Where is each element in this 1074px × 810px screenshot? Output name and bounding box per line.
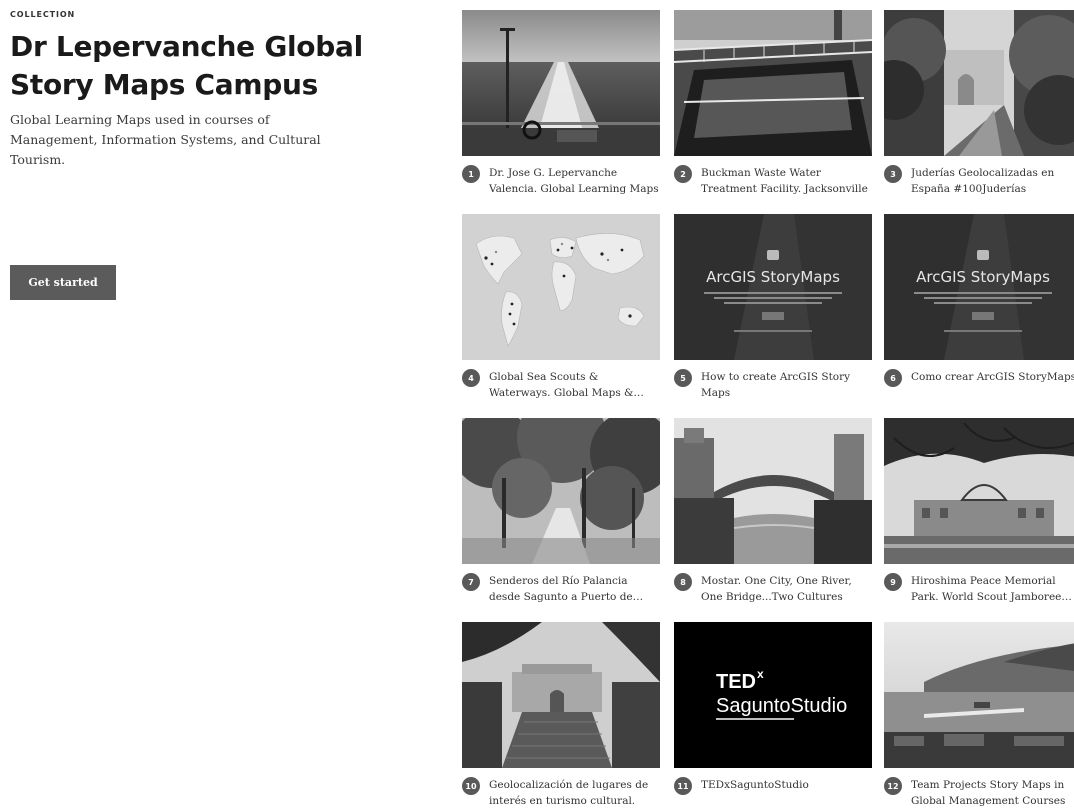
story-card[interactable]: 2 Buckman Waste Water Treatment Facility… <box>674 10 872 206</box>
storymaps-logo-icon <box>767 250 779 260</box>
story-card[interactable]: ArcGIS StoryMaps 6 Como crear ArcGIS Sto… <box>884 214 1074 410</box>
story-caption: Global Sea Scouts & Waterways. Global Ma… <box>489 371 634 399</box>
story-thumbnail <box>674 10 872 156</box>
story-number: 2 <box>674 165 692 183</box>
collection-title: Dr Lepervanche Global Story Maps Campus <box>10 30 363 101</box>
story-number: 11 <box>674 777 692 795</box>
story-number: 6 <box>884 369 902 387</box>
story-caption: Senderos del Río Palancia desde Sagunto … <box>489 575 633 603</box>
tedx-logo-x: x <box>757 667 764 681</box>
story-card[interactable]: 10 Geolocalización de lugares de interés… <box>462 622 660 810</box>
story-card[interactable]: 8 Mostar. One City, One River, One Bridg… <box>674 418 872 614</box>
thumbnail-title: ArcGIS StoryMaps <box>916 268 1050 286</box>
storymaps-logo-icon <box>977 250 989 260</box>
story-caption: Buckman Waste Water Treatment Facility. … <box>701 167 868 195</box>
story-card[interactable]: 4 Global Sea Scouts & Waterways. Global … <box>462 214 660 410</box>
story-number: 9 <box>884 573 902 591</box>
story-thumbnail <box>462 622 660 768</box>
story-number: 10 <box>462 777 480 795</box>
story-thumbnail <box>884 622 1074 768</box>
story-thumbnail: ArcGIS StoryMaps <box>884 214 1074 360</box>
story-caption: Dr. Jose G. Lepervanche Valencia. Global… <box>489 167 659 195</box>
story-caption: Como crear ArcGIS StoryMaps <box>911 371 1074 383</box>
collection-description: Global Learning Maps used in courses of … <box>10 112 321 167</box>
story-thumbnail: TED x SaguntoStudio <box>674 622 872 768</box>
story-thumbnail: ArcGIS StoryMaps <box>674 214 872 360</box>
story-number: 3 <box>884 165 902 183</box>
story-thumbnail <box>462 10 660 156</box>
thumbnail-title: ArcGIS StoryMaps <box>706 268 840 286</box>
collection-eyebrow: COLLECTION <box>10 10 76 19</box>
story-number: 5 <box>674 369 692 387</box>
story-thumbnail <box>462 214 660 360</box>
story-card[interactable]: 7 Senderos del Río Palancia desde Sagunt… <box>462 418 660 614</box>
story-number: 4 <box>462 369 480 387</box>
story-thumbnail <box>884 10 1074 156</box>
story-caption: Hiroshima Peace Memorial Park. World Sco… <box>911 575 1062 603</box>
tedx-logo-subtitle: SaguntoStudio <box>716 695 847 717</box>
story-card[interactable]: 9 Hiroshima Peace Memorial Park. World S… <box>884 418 1074 614</box>
story-number: 12 <box>884 777 902 795</box>
collection-intro: COLLECTION Dr Lepervanche Global Story M… <box>10 10 370 300</box>
story-thumbnail <box>462 418 660 564</box>
story-card[interactable]: 3 Juderías Geolocalizadas en España #100… <box>884 10 1074 206</box>
story-thumbnail <box>884 418 1074 564</box>
story-card[interactable]: TED x SaguntoStudio 11 TEDxSaguntoStudio <box>674 622 872 810</box>
tedx-logo-ted: TED <box>716 671 756 693</box>
story-caption: Team Projects Story Maps in Global Manag… <box>911 779 1066 807</box>
story-number: 1 <box>462 165 480 183</box>
story-caption: How to create ArcGIS Story Maps <box>701 371 851 399</box>
story-caption: Geolocalización de lugares de interés en… <box>489 779 649 807</box>
story-card[interactable]: 1 Dr. Jose G. Lepervanche Valencia. Glob… <box>462 10 660 206</box>
story-card[interactable]: ArcGIS StoryMaps 5 How to create ArcGIS … <box>674 214 872 410</box>
get-started-button[interactable]: Get started <box>10 265 116 300</box>
story-card[interactable]: 12 Team Projects Story Maps in Global Ma… <box>884 622 1074 810</box>
story-caption: Juderías Geolocalizadas en España #100Ju… <box>911 167 1055 195</box>
story-caption: Mostar. One City, One River, One Bridge.… <box>701 575 852 603</box>
story-thumbnail <box>674 418 872 564</box>
story-number: 7 <box>462 573 480 591</box>
story-caption: TEDxSaguntoStudio <box>701 779 809 791</box>
story-number: 8 <box>674 573 692 591</box>
